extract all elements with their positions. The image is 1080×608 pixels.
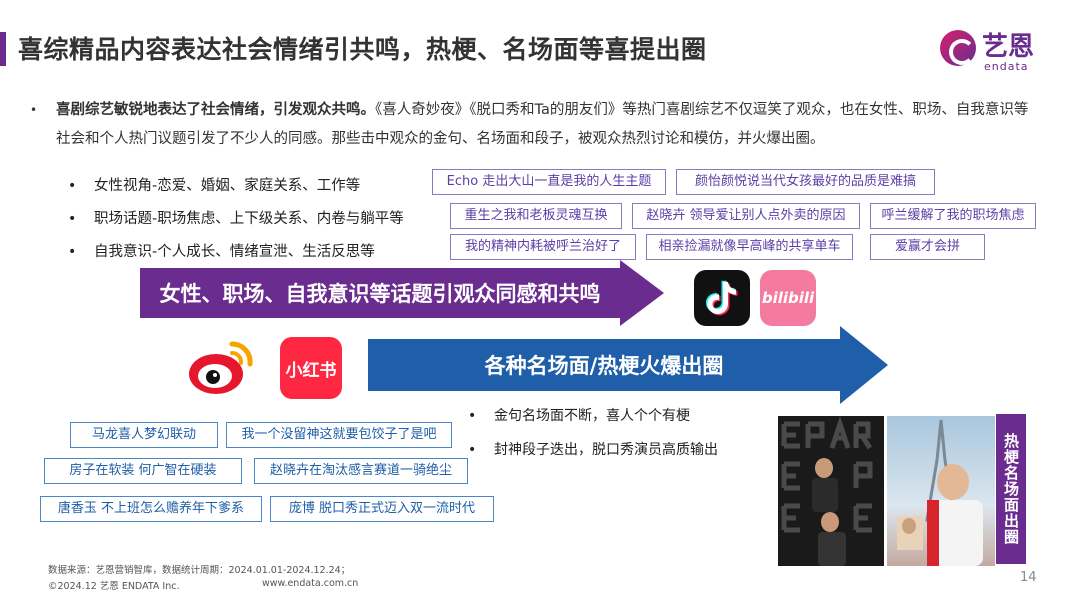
topic-tag: 爱赢才会拼 <box>870 234 985 260</box>
meme-tag: 我一个没留神这就要包饺子了是吧 <box>226 422 452 448</box>
title-accent-bar <box>0 32 6 66</box>
highlights-list: 金句名场面不断，喜人个个有梗 封神段子迭出，脱口秀演员高质输出 <box>468 404 718 472</box>
intro-paragraph: • 喜剧综艺敏锐地表达了社会情绪，引发观众共鸣。《喜人奇妙夜》《脱口秀和Ta的朋… <box>30 96 1040 154</box>
highlight-item: 封神段子迭出，脱口秀演员高质输出 <box>468 438 718 472</box>
stage-screenshot-image <box>778 416 884 566</box>
viral-arrow-label: 各种名场面/热梗火爆出圈 <box>368 339 840 391</box>
resonance-arrow: 女性、职场、自我意识等话题引观众同感和共鸣 <box>140 260 664 326</box>
data-source-note: 数据来源：艺恩营销智库，数据统计周期：2024.01.01-2024.12.24… <box>48 565 351 576</box>
topic-item: 女性视角-恋爱、婚姻、家庭关系、工作等 <box>68 174 404 207</box>
bilibili-logo-text: bilibili <box>761 289 815 307</box>
endata-logo-icon <box>940 30 976 66</box>
meme-tag: 马龙喜人梦幻联动 <box>70 422 218 448</box>
topic-tag: 相亲捡漏就像早高峰的共享单车 <box>646 234 853 260</box>
stage-screenshot <box>778 416 884 566</box>
side-label: 热梗名场面出圈 <box>996 414 1026 564</box>
arrow-head-icon <box>620 260 664 326</box>
topic-tag: 我的精神内耗被呼兰治好了 <box>450 234 636 260</box>
douyin-note-icon <box>706 280 738 316</box>
tower-screenshot <box>887 416 995 566</box>
page-number: 14 <box>1020 570 1037 585</box>
endata-logo: 艺恩 endata <box>940 26 1050 76</box>
topic-item: 职场话题-职场焦虑、上下级关系、内卷与躺平等 <box>68 207 404 240</box>
logo-cn-text: 艺恩 <box>982 32 1035 62</box>
topic-tag: 重生之我和老板灵魂互换 <box>450 203 622 229</box>
weibo-icon <box>186 334 256 398</box>
viral-arrow: 各种名场面/热梗火爆出圈 <box>368 326 888 404</box>
topics-list: 女性视角-恋爱、婚姻、家庭关系、工作等 职场话题-职场焦虑、上下级关系、内卷与躺… <box>68 174 404 273</box>
page-title: 喜综精品内容表达社会情绪引共鸣，热梗、名场面等喜提出圈 <box>18 35 707 64</box>
topic-tag: Echo 走出大山一直是我的人生主题 <box>432 169 666 195</box>
weibo-eye-icon <box>189 341 253 394</box>
website-link: www.endata.com.cn <box>262 578 359 589</box>
intro-text: 喜剧综艺敏锐地表达了社会情绪，引发观众共鸣。《喜人奇妙夜》《脱口秀和Ta的朋友们… <box>56 96 1040 154</box>
highlight-item: 金句名场面不断，喜人个个有梗 <box>468 404 718 438</box>
arrow-head-icon <box>840 326 888 404</box>
meme-tag: 房子在软装 何广智在硬装 <box>44 458 242 484</box>
intro-bold: 喜剧综艺敏锐地表达了社会情绪，引发观众共鸣。 <box>56 102 375 118</box>
meme-tag: 唐香玉 不上班怎么赡养年下爹系 <box>40 496 262 522</box>
topic-tag: 呼兰缓解了我的职场焦虑 <box>870 203 1036 229</box>
topic-tag: 颜怡颜悦说当代女孩最好的品质是难搞 <box>676 169 935 195</box>
copyright-note: ©2024.12 艺恩 ENDATA Inc. <box>48 581 180 592</box>
bilibili-icon: bilibili <box>760 270 816 326</box>
xiaohongshu-icon: 小红书 <box>280 337 342 399</box>
xiaohongshu-logo-text: 小红书 <box>285 360 337 381</box>
meme-tag: 庞博 脱口秀正式迈入双一流时代 <box>270 496 494 522</box>
topic-tag: 赵晓卉 领导爱让别人点外卖的原因 <box>632 203 860 229</box>
logo-en-text: endata <box>984 60 1029 73</box>
meme-tag: 赵晓卉在淘汰感言赛道一骑绝尘 <box>254 458 468 484</box>
resonance-arrow-label: 女性、职场、自我意识等话题引观众同感和共鸣 <box>140 268 620 318</box>
douyin-icon <box>694 270 750 326</box>
bullet-icon: • <box>30 103 38 117</box>
tower-screenshot-image <box>897 419 983 566</box>
